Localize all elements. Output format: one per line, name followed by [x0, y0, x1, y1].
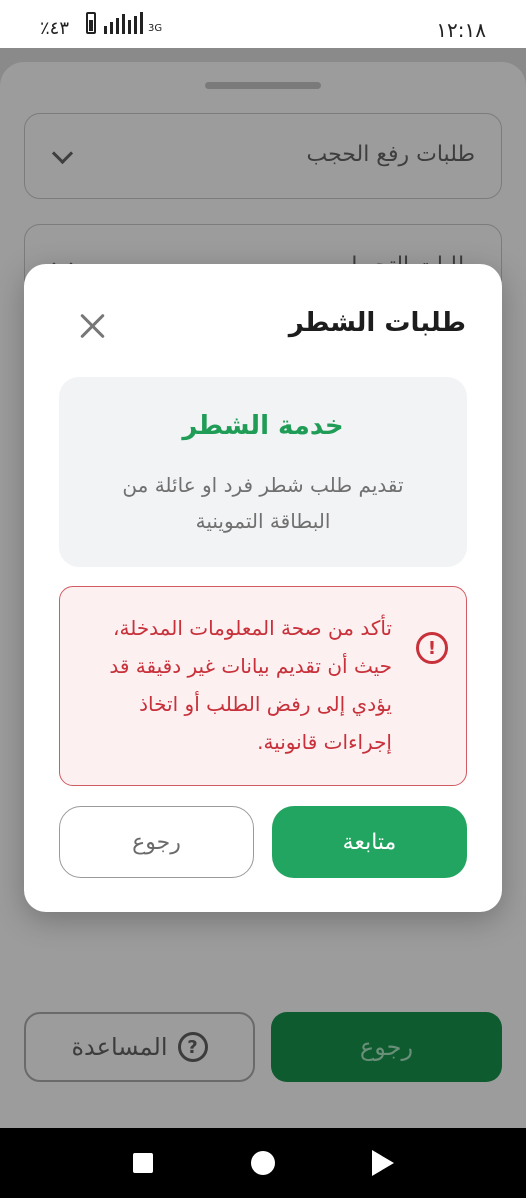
- status-icons: 3G: [86, 12, 162, 34]
- close-icon[interactable]: [76, 310, 108, 342]
- battery-percent: ٪٤٣: [40, 18, 70, 39]
- service-card: خدمة الشطر تقديم طلب شطر فرد او عائلة من…: [59, 377, 467, 567]
- service-title: خدمة الشطر: [182, 411, 344, 441]
- question-circle-icon: ?: [177, 1032, 208, 1062]
- battery-icon: [86, 12, 96, 34]
- back-button[interactable]: رجوع: [59, 806, 254, 878]
- recents-icon[interactable]: [133, 1153, 153, 1173]
- signal-icon: [104, 12, 143, 34]
- back-icon[interactable]: [372, 1150, 394, 1176]
- status-bar: ٪٤٣ 3G ١٢:١٨: [0, 0, 526, 48]
- background-back-button[interactable]: رجوع: [271, 1012, 502, 1082]
- modal-title: طلبات الشطر: [288, 308, 466, 338]
- home-icon[interactable]: [251, 1151, 275, 1175]
- help-button[interactable]: المساعدة ?: [24, 1012, 255, 1082]
- modal-dialog: طلبات الشطر خدمة الشطر تقديم طلب شطر فرد…: [24, 264, 502, 912]
- chevron-down-icon: [51, 142, 74, 165]
- select-unblock-requests[interactable]: طلبات رفع الحجب: [24, 113, 502, 199]
- continue-button[interactable]: متابعة: [272, 806, 467, 878]
- service-description: تقديم طلب شطر فرد او عائلة من البطاقة ال…: [122, 473, 404, 533]
- help-label: المساعدة: [71, 1033, 168, 1061]
- network-type: 3G: [148, 23, 163, 34]
- drag-handle[interactable]: [205, 82, 321, 89]
- select-label: طلبات رفع الحجب: [306, 142, 475, 167]
- warning-text: تأكد من صحة المعلومات المدخلة، حيث أن تق…: [109, 616, 392, 754]
- navigation-bar: [0, 1128, 526, 1198]
- warning-icon: !: [416, 632, 448, 664]
- status-time: ١٢:١٨: [436, 18, 486, 42]
- warning-box: ! تأكد من صحة المعلومات المدخلة، حيث أن …: [59, 586, 467, 786]
